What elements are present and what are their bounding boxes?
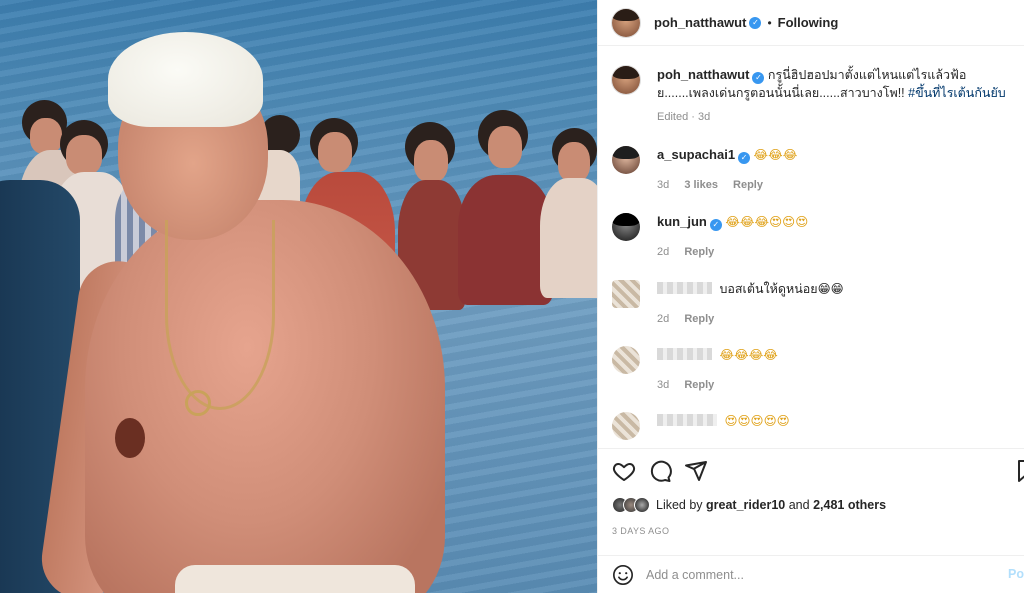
blurred-avatar[interactable] (612, 280, 640, 308)
comment-text: บอสเต้นให้ดูหน่อย😁😁 (657, 280, 1012, 298)
comment-age: 2d (657, 246, 670, 258)
crowd-face (414, 140, 448, 182)
following-button[interactable]: Following (778, 15, 839, 30)
comment-meta: 3d Reply (657, 379, 726, 391)
add-comment-bar: Add a comment... Po (598, 555, 1024, 593)
caption: poh_natthawut ✓ กรูนี่ฮิปฮอปมาตั้งแต่ไหนแ… (612, 66, 1012, 136)
comment-text: a_supachai1 ✓ 😂😂😂 (657, 146, 1012, 164)
comment-text: kun_jun ✓ 😂😂😂😍😍😍 (657, 213, 1012, 231)
bookmark-icon[interactable] (1014, 459, 1024, 483)
post-comment-button[interactable]: Po (1008, 567, 1024, 581)
comment-username[interactable]: kun_jun (657, 214, 707, 229)
caption-username[interactable]: poh_natthawut (657, 67, 749, 82)
heart-icon[interactable] (612, 459, 636, 483)
comment-meta: 2d Reply (657, 246, 726, 258)
comment-item: 😂😂😂😂 3d Reply (612, 346, 1012, 396)
blurred-username[interactable] (657, 414, 717, 426)
author-avatar[interactable] (612, 66, 640, 94)
likes-summary: Liked by great_rider10 and 2,481 others (612, 497, 886, 513)
comment-age: 3d (657, 379, 670, 391)
comment-body: 😂😂😂😍😍😍 (725, 214, 809, 229)
gold-necklace (165, 220, 275, 410)
verified-icon: ✓ (749, 16, 762, 29)
comment-item: 😍😍😍😍😍 (612, 412, 1012, 448)
verified-icon: ✓ (709, 219, 722, 231)
white-shorts (175, 565, 415, 593)
birthmark (115, 418, 145, 458)
share-icon[interactable] (684, 459, 708, 483)
blurred-username[interactable] (657, 348, 712, 360)
comment-input[interactable]: Add a comment... (646, 568, 744, 582)
commenter-avatar[interactable] (612, 213, 640, 241)
author-username[interactable]: poh_natthawut (654, 15, 746, 30)
caption-meta: Edited · 3d (657, 111, 722, 123)
caption-text: poh_natthawut ✓ กรูนี่ฮิปฮอปมาตั้งแต่ไหนแ… (657, 66, 1012, 102)
comment-icon[interactable] (648, 459, 672, 483)
blurred-username[interactable] (657, 282, 712, 294)
crowd-face (30, 118, 62, 154)
separator-dot: • (767, 15, 772, 30)
blurred-avatar[interactable] (612, 346, 640, 374)
comment-age: 3d (657, 179, 670, 191)
post-side-panel: poh_natthawut ✓ • Following poh_natthawu… (597, 0, 1024, 593)
likes-prefix: Liked by (656, 498, 707, 512)
blurred-avatar[interactable] (612, 412, 640, 440)
edited-label: Edited · 3d (657, 111, 711, 123)
likes-count[interactable]: 2,481 others (813, 498, 886, 512)
comment-username[interactable]: a_supachai1 (657, 147, 735, 162)
hashtag-link[interactable]: #ขึ้นที่ไรเต้นกันยับ (908, 86, 1006, 100)
comment-body: 😍😍😍😍😍 (724, 413, 790, 428)
crowd-person (540, 178, 597, 298)
comment-age: 2d (657, 313, 670, 325)
verified-icon: ✓ (738, 152, 751, 164)
post-header: poh_natthawut ✓ • Following (598, 0, 1024, 46)
crowd-face (558, 142, 590, 182)
likes-middle: and (785, 498, 814, 512)
liker-avatar (634, 497, 650, 513)
commenter-avatar[interactable] (612, 146, 640, 174)
crowd-face (488, 126, 522, 168)
post-photo[interactable] (0, 0, 597, 593)
reply-button[interactable]: Reply (684, 246, 714, 258)
crowd-face (318, 132, 352, 172)
comment-text: 😂😂😂😂 (657, 346, 1012, 364)
post-timestamp[interactable]: 3 DAYS AGO (612, 526, 669, 536)
reply-button[interactable]: Reply (733, 179, 763, 191)
comment-meta: 3d 3 likes Reply (657, 179, 775, 191)
comment-meta: 2d Reply (657, 313, 726, 325)
crowd-face (66, 135, 102, 175)
comment-body: 😂😂😂 (753, 147, 798, 162)
comment-item: a_supachai1 ✓ 😂😂😂 3d 3 likes Reply (612, 146, 1012, 196)
necklace-pendant (185, 390, 211, 416)
verified-icon: ✓ (752, 72, 765, 84)
reply-button[interactable]: Reply (684, 313, 714, 325)
white-headscarf (108, 32, 263, 127)
comment-body: บอสเต้นให้ดูหน่อย😁😁 (719, 281, 844, 296)
comment-text: 😍😍😍😍😍 (657, 412, 1012, 430)
likes-text: Liked by great_rider10 and 2,481 others (656, 498, 886, 512)
reply-button[interactable]: Reply (684, 379, 714, 391)
action-bar (598, 448, 1024, 494)
crowd-person (458, 175, 553, 305)
comment-item: kun_jun ✓ 😂😂😂😍😍😍 2d Reply (612, 213, 1012, 263)
author-avatar[interactable] (612, 8, 640, 37)
comment-body: 😂😂😂😂 (719, 347, 778, 362)
comment-item: บอสเต้นให้ดูหน่อย😁😁 2d Reply (612, 280, 1012, 330)
comments-list[interactable]: poh_natthawut ✓ กรูนี่ฮิปฮอปมาตั้งแต่ไหนแ… (598, 46, 1024, 448)
liker-username[interactable]: great_rider10 (706, 498, 785, 512)
emoji-icon[interactable] (612, 564, 634, 586)
comment-likes[interactable]: 3 likes (684, 179, 718, 191)
